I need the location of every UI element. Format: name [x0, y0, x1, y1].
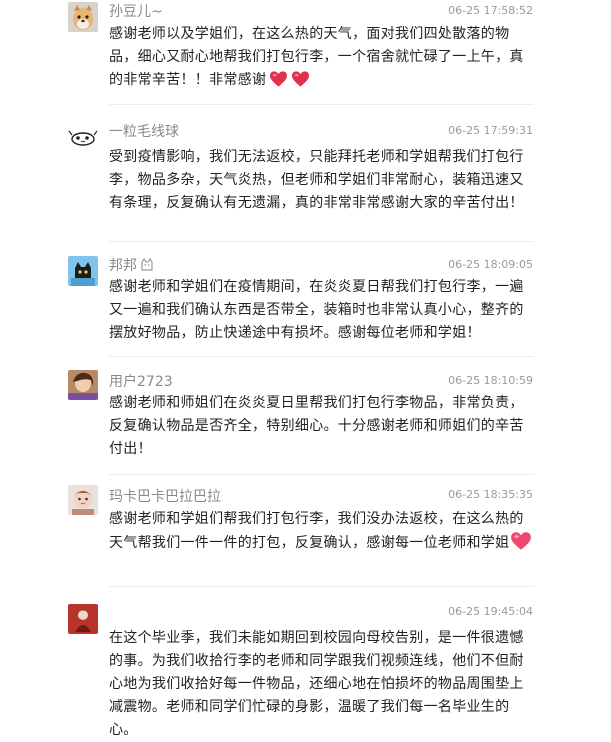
user-name[interactable]: 孙豆儿~ — [109, 3, 163, 21]
comment-divider — [109, 241, 534, 242]
comment-time: 06-25 18:09:05 — [448, 258, 533, 271]
comment-body: 感谢老师和学姐们帮我们打包行李，我们没办法返校，在这么热的天气帮我们一件一件的打… — [109, 511, 524, 551]
comment-time: 06-25 17:58:52 — [448, 4, 533, 17]
user-avatar[interactable] — [68, 2, 98, 32]
comment-time: 06-25 18:35:35 — [448, 488, 533, 501]
comment-body: 感谢老师以及学姐们，在这么热的天气，面对我们四处散落的物品，细心又耐心地帮我们打… — [109, 26, 524, 88]
comment-time: 06-25 18:10:59 — [448, 374, 533, 387]
comment-divider — [109, 104, 534, 105]
comment-text: 感谢老师和师姐们在炎炎夏日里帮我们打包行李物品，非常负责，反复确认物品是否齐全，… — [109, 395, 524, 457]
user-avatar[interactable] — [68, 370, 98, 400]
heart-emoji-icon — [269, 70, 288, 88]
user-name[interactable]: 邦邦 — [109, 257, 154, 277]
comment-time: 06-25 17:59:31 — [448, 124, 533, 137]
heart-emoji-icon — [510, 531, 532, 551]
user-name-text: 邦邦 — [109, 258, 137, 274]
comment-text: 感谢老师和学姐们帮我们打包行李，我们没办法返校，在这么热的天气帮我们一件一件的打… — [109, 508, 534, 555]
user-avatar[interactable] — [68, 256, 98, 286]
comment-divider — [109, 474, 534, 475]
red-portrait-avatar-icon — [68, 604, 98, 634]
user-avatar[interactable] — [68, 122, 98, 152]
user-name[interactable]: 一粒毛线球 — [109, 123, 179, 141]
dog-avatar-icon — [68, 2, 98, 32]
comment-divider — [109, 586, 534, 587]
comment-text: 在这个毕业季，我们未能如期回到校园向母校告别，是一件很遗憾的事。为我们收拾行李的… — [109, 630, 524, 738]
photo-avatar-icon — [68, 370, 98, 400]
cat-avatar-icon — [68, 256, 98, 286]
comment-text: 感谢老师以及学姐们，在这么热的天气，面对我们四处散落的物品，细心又耐心地帮我们打… — [109, 23, 534, 92]
comment-feed: 孙豆儿~ 06-25 17:58:52 感谢老师以及学姐们，在这么热的天气，面对… — [0, 0, 611, 738]
user-name[interactable]: 用户2723 — [109, 373, 173, 391]
user-name[interactable]: 玛卡巴卡巴拉巴拉 — [109, 488, 221, 506]
comment-divider — [109, 356, 534, 357]
cat-badge-icon — [140, 257, 154, 277]
comment-time: 06-25 19:45:04 — [448, 605, 533, 618]
user-avatar[interactable] — [68, 604, 98, 634]
user-avatar[interactable] — [68, 485, 98, 515]
yarn-ball-avatar-icon — [68, 122, 98, 152]
heart-emoji-icon — [291, 70, 310, 88]
comment-text: 受到疫情影响，我们无法返校，只能拜托老师和学姐帮我们打包行李，物品多杂，天气炎热… — [109, 149, 524, 211]
cartoon-avatar-icon — [68, 485, 98, 515]
comment-text: 感谢老师和学姐们在疫情期间，在炎炎夏日帮我们打包行李，一遍又一遍和我们确认东西是… — [109, 279, 524, 341]
